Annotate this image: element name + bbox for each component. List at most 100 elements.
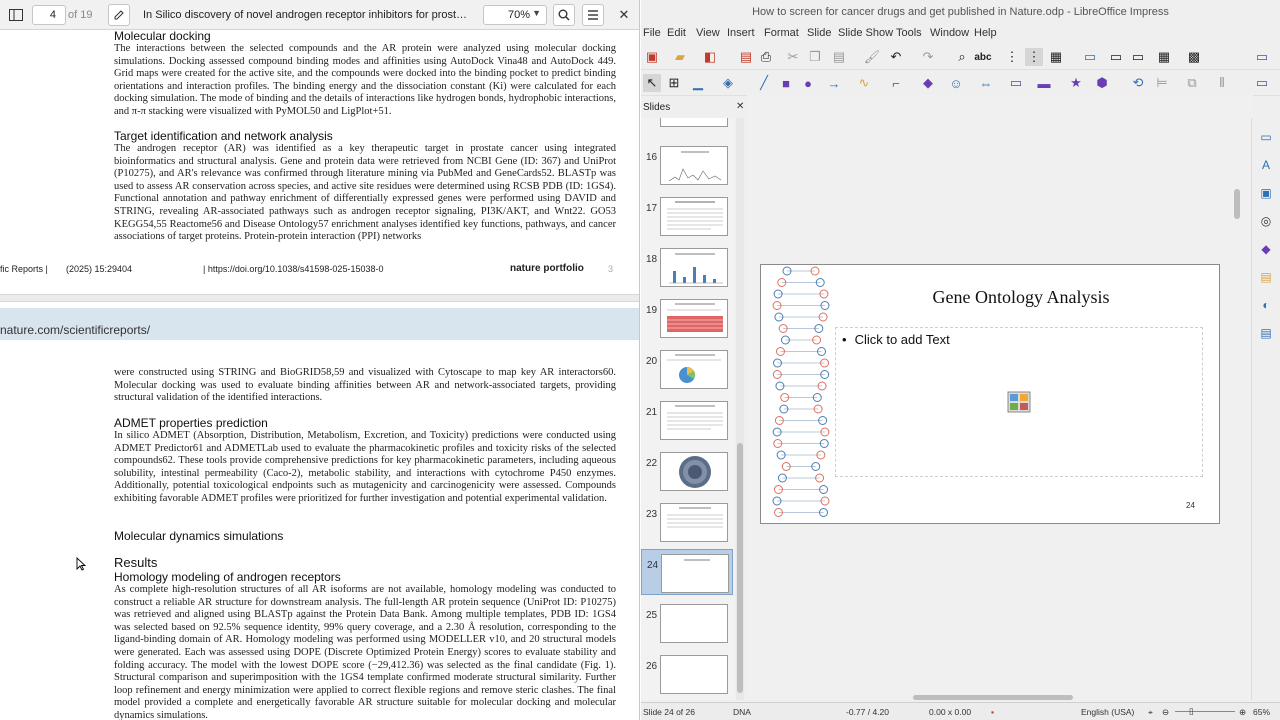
zoom-slider[interactable] xyxy=(1175,711,1235,712)
menu-file[interactable]: File xyxy=(643,27,661,39)
line-icon[interactable]: ╱ xyxy=(755,74,773,92)
grid-icon[interactable]: ⋮ xyxy=(1003,48,1021,66)
close-icon[interactable]: ✕ xyxy=(613,4,635,26)
menu-help[interactable]: Help xyxy=(974,27,997,39)
connector-icon[interactable]: ⌐ xyxy=(887,74,905,92)
fill-color-icon[interactable]: ◈ xyxy=(719,74,737,92)
flowchart-icon[interactable]: ▭ xyxy=(1007,74,1025,92)
redo-icon[interactable]: ↷ xyxy=(919,48,937,66)
annotate-pen-icon[interactable] xyxy=(108,4,130,26)
block-arrows-icon[interactable]: ⇔ xyxy=(977,74,995,92)
save-icon[interactable]: ◧ xyxy=(701,48,719,66)
sidebar-deck-icon[interactable]: ▭ xyxy=(1253,48,1271,66)
content-placeholder[interactable]: • Click to add Text xyxy=(835,327,1203,477)
shapes-deck-icon[interactable]: ▭ xyxy=(1253,74,1271,92)
paste-icon[interactable]: ▤ xyxy=(830,48,848,66)
arrow-line-icon[interactable]: → xyxy=(825,74,843,92)
3d-objects-icon[interactable]: ⬢ xyxy=(1093,74,1111,92)
slide-thumbnail[interactable]: 17 xyxy=(641,193,733,239)
status-zoom[interactable]: 65% xyxy=(1253,707,1270,717)
ellipse-icon[interactable]: ● xyxy=(799,74,817,92)
helplines-icon[interactable]: ⋮ xyxy=(1025,48,1043,66)
close-icon[interactable]: ✕ xyxy=(736,101,744,112)
slide-thumbnail[interactable]: 19 xyxy=(641,295,733,341)
clone-formatting-icon[interactable]: 🖌 xyxy=(863,48,881,66)
status-layout[interactable]: DNA xyxy=(733,707,751,717)
animation-icon[interactable]: ◐ xyxy=(1257,296,1275,314)
start-current-slide-icon[interactable]: ▭ xyxy=(1129,48,1147,66)
slide-thumbnail[interactable]: 18 xyxy=(641,244,733,290)
slide-thumbnail[interactable]: 22 xyxy=(641,448,733,494)
canvas-vertical-scrollbar[interactable] xyxy=(1233,94,1241,694)
slide-thumbnail[interactable]: 26 xyxy=(641,651,733,697)
new-slide-icon[interactable]: ▣ xyxy=(643,48,661,66)
navigator-icon[interactable]: ◎ xyxy=(1257,212,1275,230)
open-folder-icon[interactable]: ▰ xyxy=(671,48,689,66)
menu-window[interactable]: Window xyxy=(930,27,969,39)
menu-format[interactable]: Format xyxy=(764,27,799,39)
scrollbar-thumb[interactable] xyxy=(737,443,743,693)
status-language[interactable]: English (USA) xyxy=(1081,707,1134,717)
slides-scrollbar[interactable] xyxy=(736,118,744,700)
scrollbar-thumb[interactable] xyxy=(913,695,1073,700)
master-slides-icon[interactable]: ▤ xyxy=(1257,324,1275,342)
arrange-icon[interactable]: ⧉ xyxy=(1183,74,1201,92)
gallery-icon[interactable]: ▣ xyxy=(1257,184,1275,202)
stars-icon[interactable]: ★ xyxy=(1067,74,1085,92)
slide-thumbnail[interactable] xyxy=(641,118,733,130)
cut-icon[interactable]: ✂ xyxy=(784,48,802,66)
properties-icon[interactable]: ▭ xyxy=(1257,128,1275,146)
master-slide-icon[interactable]: ▭ xyxy=(1081,48,1099,66)
zoom-slider-handle[interactable]: ▯ xyxy=(1189,706,1194,717)
curve-icon[interactable]: ∿ xyxy=(855,74,873,92)
undo-icon[interactable]: ↶ xyxy=(887,48,905,66)
spelling-icon[interactable]: abc xyxy=(974,48,992,66)
line-color-icon[interactable]: ▁ xyxy=(689,74,707,92)
rectangle-icon[interactable]: ■ xyxy=(777,74,795,92)
slide-thumbnail[interactable]: 23 xyxy=(641,499,733,545)
select-pointer-icon[interactable]: ↖ xyxy=(643,74,661,92)
menu-tools[interactable]: Tools xyxy=(896,27,922,39)
scrollbar-thumb[interactable] xyxy=(1234,189,1240,219)
menu-insert[interactable]: Insert xyxy=(727,27,755,39)
canvas-horizontal-scrollbar[interactable] xyxy=(753,694,1233,700)
basic-shapes-icon[interactable]: ◆ xyxy=(919,74,937,92)
menu-slide[interactable]: Slide xyxy=(807,27,831,39)
shapes-icon[interactable]: ◆ xyxy=(1257,240,1275,258)
table-icon[interactable]: ▦ xyxy=(1155,48,1173,66)
zoom-in-icon[interactable]: ⊕ xyxy=(1239,707,1246,718)
styles-icon[interactable]: A xyxy=(1257,156,1275,174)
transformations-icon[interactable]: ⟲ xyxy=(1129,74,1147,92)
slide-thumbnail[interactable]: 21 xyxy=(641,397,733,443)
slide-title[interactable]: Gene Ontology Analysis xyxy=(841,287,1201,308)
zoom-pan-icon[interactable]: ⊞ xyxy=(665,74,683,92)
menu-slide-show[interactable]: Slide Show xyxy=(838,27,893,39)
slide-thumbnail[interactable]: 16 xyxy=(641,142,733,188)
export-pdf-icon[interactable]: ▤ xyxy=(737,48,755,66)
print-icon[interactable]: ⎙ xyxy=(757,48,775,66)
slide-thumbnail[interactable]: 20 xyxy=(641,346,733,392)
callout-icon[interactable]: ▬ xyxy=(1035,74,1053,92)
page-number-input[interactable] xyxy=(32,5,66,25)
search-icon[interactable] xyxy=(553,4,575,26)
slide-transition-icon[interactable]: ▤ xyxy=(1257,268,1275,286)
zoom-out-icon[interactable]: ⊖ xyxy=(1162,707,1169,718)
insert-table-chart-icon[interactable] xyxy=(1006,390,1032,414)
copy-icon[interactable]: ❐ xyxy=(806,48,824,66)
start-first-slide-icon[interactable]: ▭ xyxy=(1107,48,1125,66)
display-views-icon[interactable]: ▦ xyxy=(1047,48,1065,66)
find-replace-icon[interactable]: ⌕ xyxy=(953,48,971,66)
menu-edit[interactable]: Edit xyxy=(667,27,686,39)
hamburger-menu-icon[interactable] xyxy=(582,4,604,26)
menu-view[interactable]: View xyxy=(696,27,720,39)
zoom-select[interactable]: 70% ▼ xyxy=(483,5,547,25)
symbol-shapes-icon[interactable]: ☺ xyxy=(947,74,965,92)
distribute-icon[interactable]: ⫴ xyxy=(1213,74,1231,92)
slide-thumbnail-active[interactable]: 24 xyxy=(641,549,733,595)
align-icon[interactable]: ⊨ xyxy=(1153,74,1171,92)
slide-thumbnail[interactable]: 25 xyxy=(641,600,733,646)
image-icon[interactable]: ▩ xyxy=(1185,48,1203,66)
footer-doi[interactable]: | https://doi.org/10.1038/s41598-025-150… xyxy=(203,264,383,274)
fit-slide-icon[interactable]: ⌖ xyxy=(1148,707,1153,718)
sidebar-toggle-icon[interactable] xyxy=(5,4,27,26)
